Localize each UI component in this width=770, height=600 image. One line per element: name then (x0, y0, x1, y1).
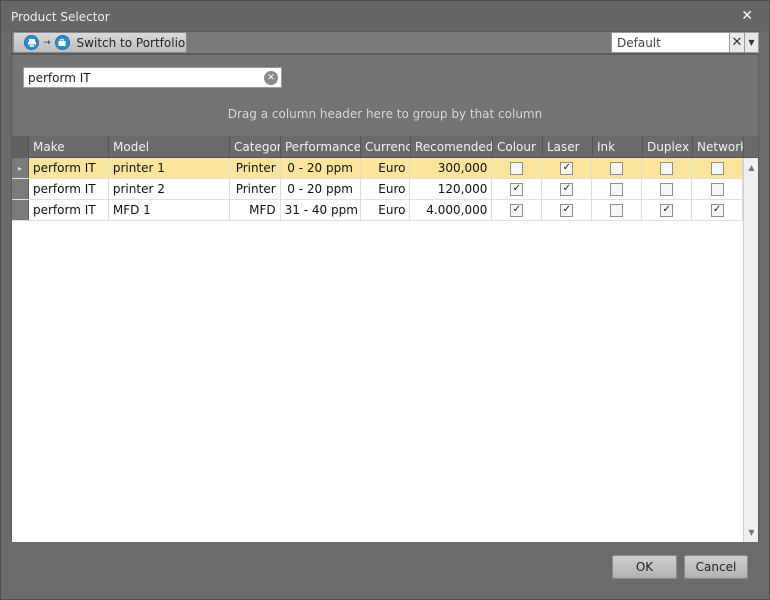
cell-currency: Euro (361, 179, 411, 199)
ink-checkbox[interactable] (610, 161, 624, 175)
row-indicator (12, 200, 29, 220)
cell-colour (492, 158, 543, 178)
colour-checkbox[interactable]: ✓ (510, 182, 524, 196)
duplex-checkbox[interactable] (660, 161, 674, 175)
toolbar: → Switch to Portfolio ✕ ▼ (11, 31, 759, 54)
cell-currency: Euro (361, 200, 411, 220)
cell-category: Printer (230, 158, 281, 178)
close-icon[interactable]: ✕ (741, 8, 753, 24)
cell-network (692, 158, 744, 178)
column-header-colour[interactable]: Colour (493, 136, 543, 158)
printer-icon (24, 35, 39, 50)
group-by-drop-area[interactable]: Drag a column header here to group by th… (12, 107, 758, 121)
ink-checkbox[interactable] (610, 203, 624, 217)
network-checkbox[interactable] (710, 182, 724, 196)
cell-make: perform IT (29, 200, 109, 220)
laser-checkbox[interactable]: ✓ (560, 182, 574, 196)
vertical-scrollbar[interactable]: ▲ ▼ (743, 158, 758, 542)
view-combo: ✕ ▼ (611, 32, 759, 53)
search-input[interactable] (24, 70, 264, 85)
column-header-category[interactable]: Category (230, 136, 281, 158)
cell-recommended: 4.000,000 (410, 200, 493, 220)
cell-ink (592, 158, 643, 178)
cell-performance: 31 - 40 ppm (281, 200, 361, 220)
cell-performance: 0 - 20 ppm (281, 179, 361, 199)
dialog-footer: OK Cancel (1, 542, 769, 599)
cell-duplex (642, 158, 693, 178)
cell-network: ✓ (692, 200, 744, 220)
grid-header: Make Model Category Performance Currency… (12, 136, 758, 158)
cell-currency: Euro (361, 158, 411, 178)
network-checkbox[interactable]: ✓ (710, 203, 724, 217)
cell-recommended: 300,000 (410, 158, 493, 178)
cell-model: printer 2 (109, 179, 230, 199)
search-box: ✕ (23, 67, 282, 88)
scroll-up-icon[interactable]: ▲ (744, 160, 759, 175)
cell-make: perform IT (29, 158, 109, 178)
column-header-ink[interactable]: Ink (593, 136, 643, 158)
cell-ink (592, 200, 643, 220)
window-title: Product Selector (11, 10, 110, 24)
chevron-down-icon[interactable]: ▼ (745, 32, 759, 53)
ink-checkbox[interactable] (610, 182, 624, 196)
switch-to-portfolio-button[interactable]: → Switch to Portfolio (13, 32, 187, 53)
cell-performance: 0 - 20 ppm (281, 158, 361, 178)
cell-duplex: ✓ (642, 200, 693, 220)
table-row[interactable]: perform IT MFD 1 MFD 31 - 40 ppm Euro 4.… (12, 200, 744, 221)
laser-checkbox[interactable]: ✓ (560, 161, 574, 175)
ok-button[interactable]: OK (612, 555, 677, 579)
cell-laser: ✓ (542, 158, 593, 178)
scroll-down-icon[interactable]: ▼ (744, 525, 759, 540)
view-combo-input[interactable] (611, 32, 730, 53)
cell-network (692, 179, 744, 199)
cell-colour: ✓ (492, 179, 543, 199)
table-row[interactable]: ▸ perform IT printer 1 Printer 0 - 20 pp… (12, 158, 744, 179)
cell-category: MFD (230, 200, 281, 220)
main-panel: ✕ Drag a column header here to group by … (11, 54, 759, 542)
colour-checkbox[interactable]: ✓ (510, 203, 524, 217)
column-header-currency[interactable]: Currency (361, 136, 411, 158)
column-header-duplex[interactable]: Duplex (643, 136, 693, 158)
briefcase-icon (54, 35, 70, 50)
cell-model: MFD 1 (109, 200, 230, 220)
column-header-make[interactable]: Make (29, 136, 109, 158)
grid-rows: ▸ perform IT printer 1 Printer 0 - 20 pp… (12, 158, 744, 221)
row-indicator (12, 179, 29, 199)
colour-checkbox[interactable] (510, 161, 524, 175)
column-header-model[interactable]: Model (109, 136, 230, 158)
cell-ink (592, 179, 643, 199)
laser-checkbox[interactable]: ✓ (560, 203, 574, 217)
cell-duplex (642, 179, 693, 199)
column-header-performance[interactable]: Performance (281, 136, 361, 158)
network-checkbox[interactable] (710, 161, 724, 175)
duplex-checkbox[interactable] (660, 182, 674, 196)
cell-recommended: 120,000 (410, 179, 493, 199)
title-bar: Product Selector ✕ (1, 1, 769, 31)
product-grid: Make Model Category Performance Currency… (12, 136, 758, 542)
cell-colour: ✓ (492, 200, 543, 220)
cell-laser: ✓ (542, 200, 593, 220)
column-header-network[interactable]: Network (693, 136, 744, 158)
product-selector-window: Product Selector ✕ → Switch to Portfolio… (0, 0, 770, 600)
table-row[interactable]: perform IT printer 2 Printer 0 - 20 ppm … (12, 179, 744, 200)
combo-clear-icon[interactable]: ✕ (730, 32, 745, 53)
row-indicator-header (12, 136, 29, 158)
cell-make: perform IT (29, 179, 109, 199)
cancel-button[interactable]: Cancel (684, 555, 748, 579)
cell-laser: ✓ (542, 179, 593, 199)
arrow-right-icon: → (43, 37, 51, 48)
row-indicator-icon: ▸ (12, 158, 29, 178)
switch-to-portfolio-label: Switch to Portfolio (76, 35, 186, 50)
column-header-laser[interactable]: Laser (543, 136, 593, 158)
cell-model: printer 1 (109, 158, 230, 178)
cell-category: Printer (230, 179, 281, 199)
column-header-recommended[interactable]: Recomended (411, 136, 493, 158)
duplex-checkbox[interactable]: ✓ (660, 203, 674, 217)
search-clear-icon[interactable]: ✕ (264, 70, 278, 85)
